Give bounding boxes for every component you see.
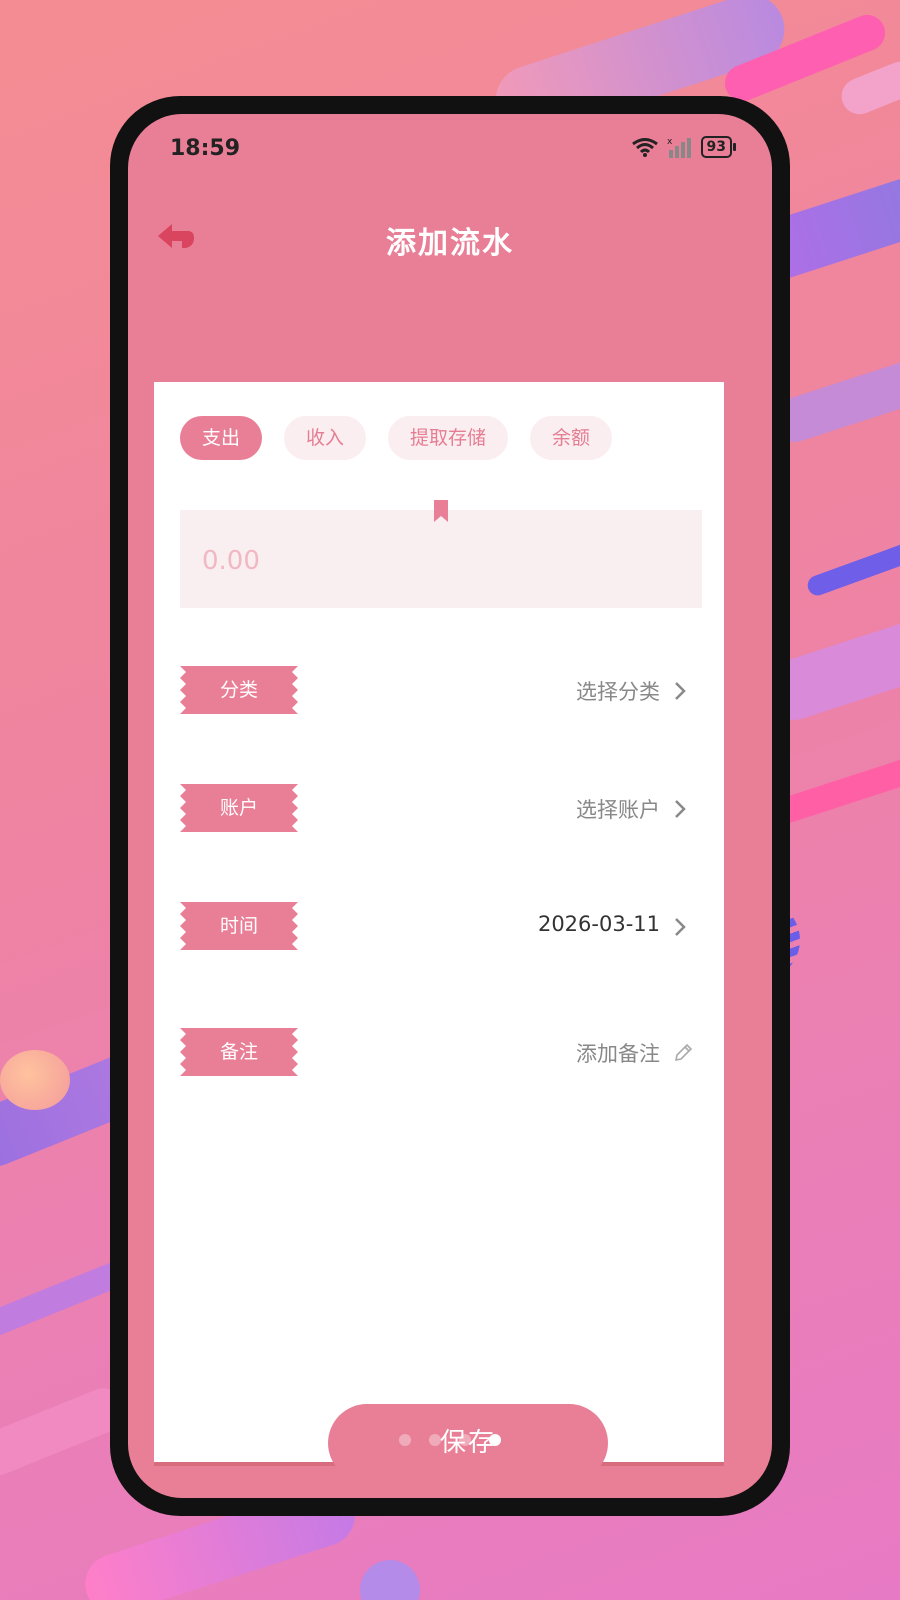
- bookmark-icon: [434, 500, 448, 522]
- decorative-circle: [360, 1560, 420, 1600]
- pencil-icon: [674, 1043, 693, 1062]
- note-row[interactable]: 备注 添加备注: [180, 1028, 702, 1078]
- tab-withdraw-storage[interactable]: 提取存储: [388, 416, 509, 460]
- decorative-circle: [0, 1050, 70, 1110]
- category-row[interactable]: 分类 选择分类: [180, 666, 702, 716]
- wifi-icon: [631, 138, 658, 157]
- category-label: 分类: [219, 679, 258, 701]
- page-dot[interactable]: [399, 1434, 411, 1446]
- tab-expense[interactable]: 支出: [180, 416, 263, 460]
- note-label: 备注: [219, 1041, 258, 1063]
- note-value: 添加备注: [576, 1042, 660, 1066]
- date-label: 时间: [219, 915, 258, 937]
- tab-balance[interactable]: 余额: [530, 416, 613, 460]
- page-dot-active[interactable]: [489, 1434, 501, 1446]
- date-row[interactable]: 时间 2026-03-11: [180, 902, 702, 952]
- account-label: 账户: [219, 797, 258, 819]
- page-dot[interactable]: [429, 1434, 441, 1446]
- form-card: 支出 收入 提取存储 余额 分类 选择分类: [154, 382, 724, 1482]
- chevron-right-icon: [675, 682, 686, 700]
- page-title: 添加流水: [386, 226, 514, 261]
- category-value: 选择分类: [576, 680, 660, 704]
- chevron-right-icon: [675, 918, 686, 936]
- nav-bar: 添加流水: [128, 184, 772, 284]
- amount-box: [180, 500, 702, 608]
- battery-icon: 93: [700, 136, 737, 158]
- decorative-stripe: [804, 541, 900, 599]
- decorative-stripe: [836, 56, 900, 120]
- amount-input[interactable]: [200, 540, 684, 582]
- page-dot[interactable]: [459, 1434, 471, 1446]
- promo-background: 18:59 x 93 添加流水 支出 收入 提取存储 余额 0.00 分类 选择…: [0, 0, 900, 1600]
- tab-income[interactable]: 收入: [284, 416, 367, 460]
- page-indicator: [128, 1434, 772, 1446]
- phone-frame: 18:59 x 93 添加流水 支出 收入 提取存储 余额 0.00 分类 选择…: [110, 96, 790, 1516]
- status-bar: 18:59 x 93: [128, 114, 772, 184]
- app-screen: 18:59 x 93 添加流水 支出 收入 提取存储 余额 0.00 分类 选择…: [128, 114, 772, 1498]
- type-tabs: 支出 收入 提取存储 余额: [180, 416, 613, 460]
- status-icons: x 93: [631, 136, 737, 158]
- date-value: 2026-03-11: [537, 912, 660, 936]
- account-row[interactable]: 账户 选择账户: [180, 784, 702, 834]
- signal-icon: x: [667, 137, 691, 158]
- account-value: 选择账户: [576, 798, 660, 822]
- status-time: 18:59: [170, 136, 241, 161]
- chevron-right-icon: [675, 800, 686, 818]
- svg-text:x: x: [667, 137, 673, 147]
